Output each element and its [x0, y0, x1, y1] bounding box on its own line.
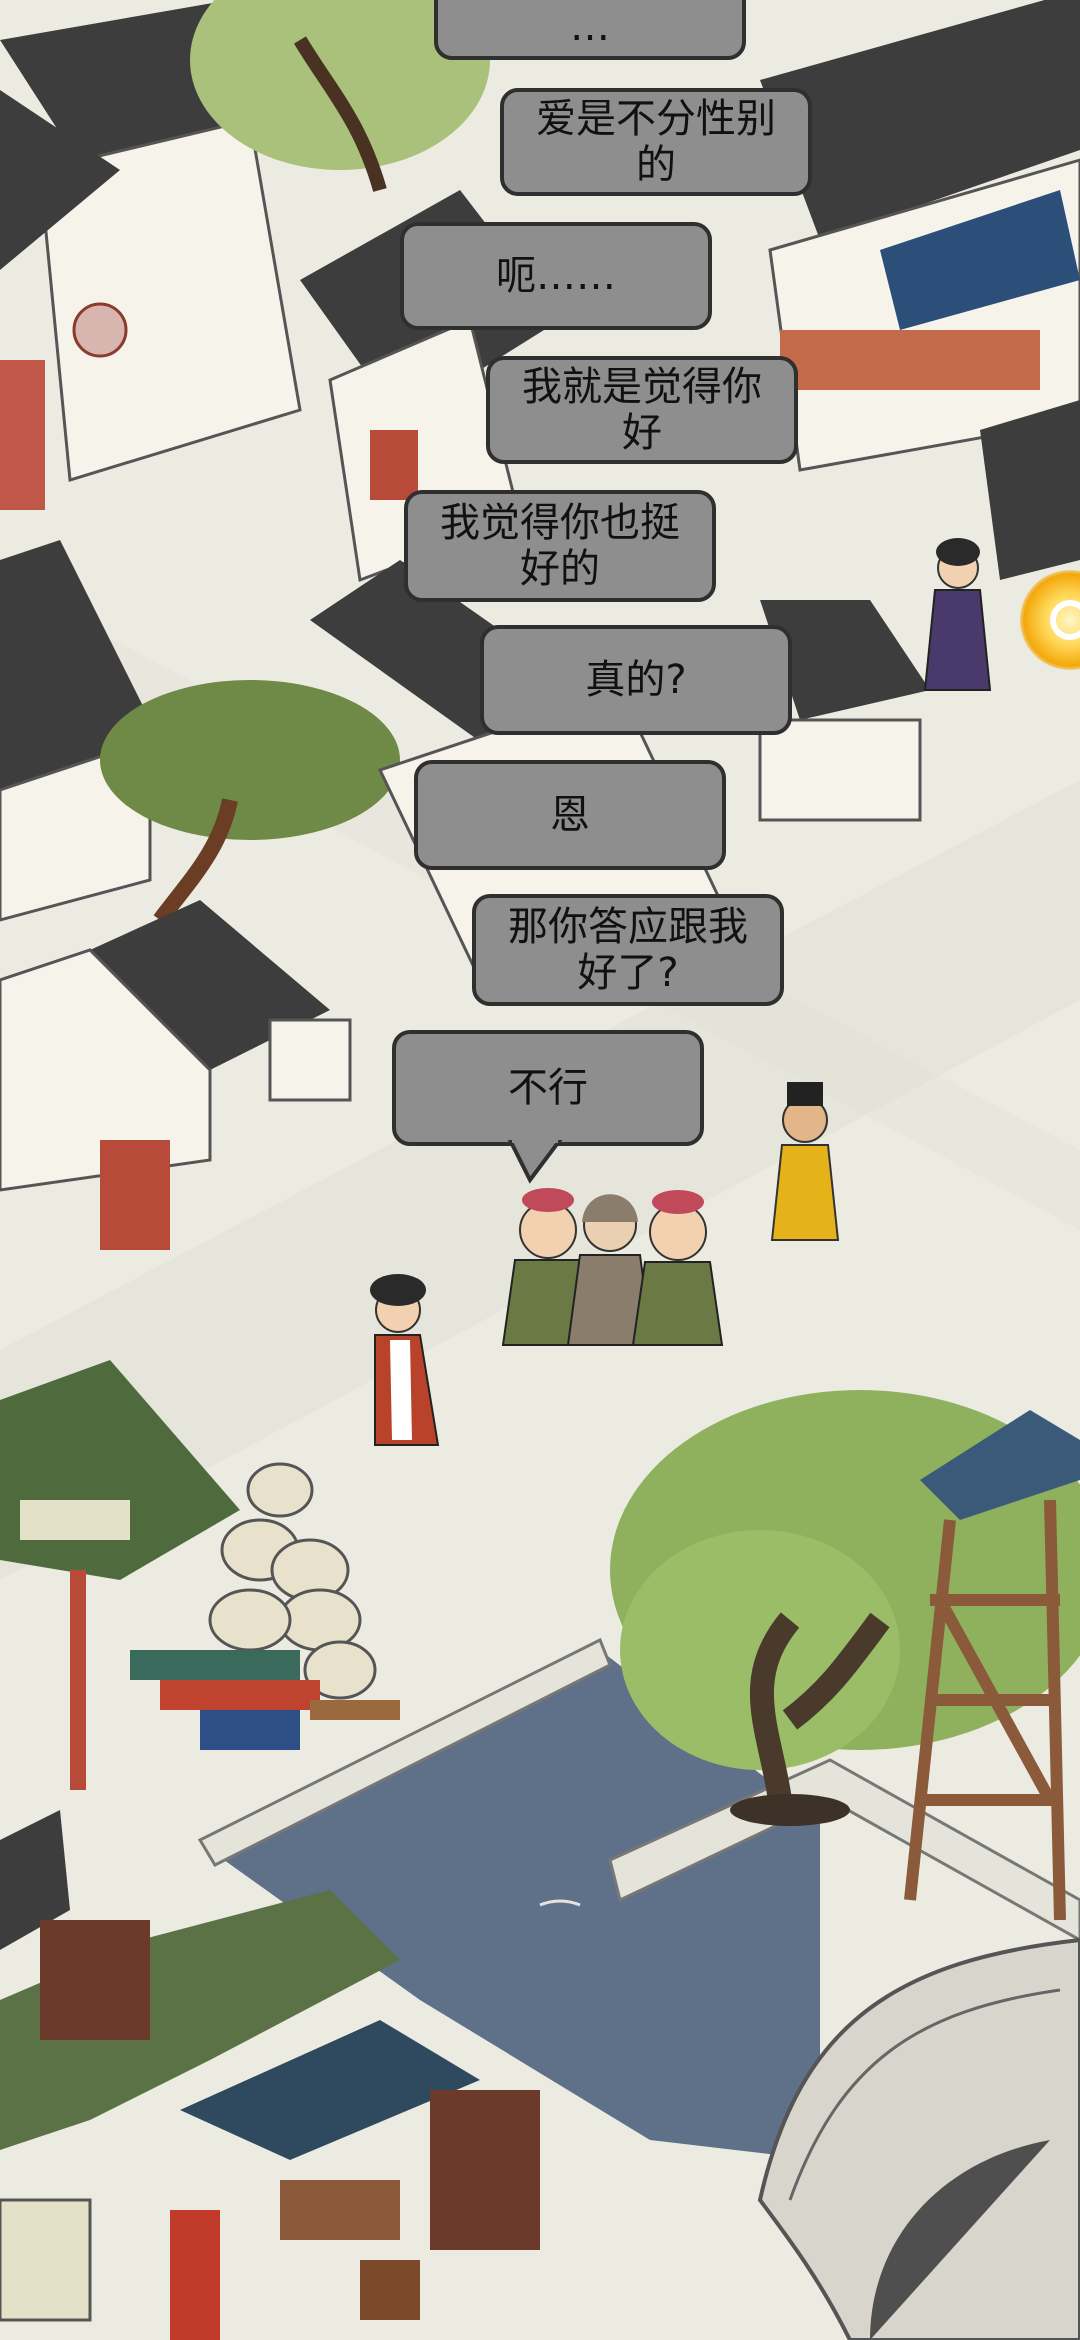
- dialogue-text-0: …: [570, 4, 610, 50]
- dialogue-bubble-8: 不行: [392, 1030, 704, 1146]
- dialogue-text-7: 那你答应跟我好了?: [508, 904, 748, 996]
- dialogue-bubble-4: 我觉得你也挺好的: [404, 490, 716, 602]
- dialogue-text-4: 我觉得你也挺好的: [440, 500, 680, 592]
- dialogue-text-1: 爱是不分性别的: [536, 96, 776, 188]
- dialogue-text-5: 真的?: [585, 657, 687, 703]
- dialogue-text-2: 呃……: [496, 253, 616, 299]
- speech-tail: [507, 1140, 563, 1184]
- dialogue-bubble-2: 呃……: [400, 222, 712, 330]
- dialogue-bubble-1: 爱是不分性别的: [500, 88, 812, 196]
- dialogue-text-6: 恩: [550, 792, 590, 838]
- dialogue-bubble-0: …: [434, 0, 746, 60]
- dialogue-bubble-3: 我就是觉得你好: [486, 356, 798, 464]
- dialogue-bubble-5: 真的?: [480, 625, 792, 735]
- dialogue-bubble-7: 那你答应跟我好了?: [472, 894, 784, 1006]
- dialogue-text-8: 不行: [508, 1065, 588, 1111]
- dialogue-bubble-6: 恩: [414, 760, 726, 870]
- dialogue-text-3: 我就是觉得你好: [522, 364, 762, 456]
